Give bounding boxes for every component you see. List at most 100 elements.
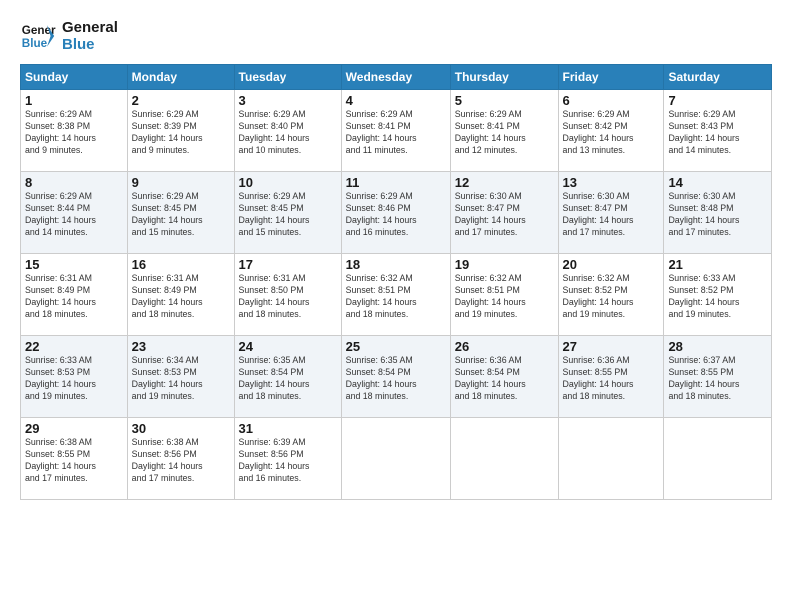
day-info: Sunrise: 6:29 AM Sunset: 8:41 PM Dayligh… <box>455 109 554 157</box>
day-number: 1 <box>25 93 123 108</box>
day-info: Sunrise: 6:30 AM Sunset: 8:48 PM Dayligh… <box>668 191 767 239</box>
day-number: 27 <box>563 339 660 354</box>
calendar-week-row: 29 Sunrise: 6:38 AM Sunset: 8:55 PM Dayl… <box>21 418 772 500</box>
day-number: 9 <box>132 175 230 190</box>
day-info: Sunrise: 6:29 AM Sunset: 8:45 PM Dayligh… <box>132 191 230 239</box>
calendar-cell <box>341 418 450 500</box>
calendar-cell: 11 Sunrise: 6:29 AM Sunset: 8:46 PM Dayl… <box>341 172 450 254</box>
day-info: Sunrise: 6:38 AM Sunset: 8:55 PM Dayligh… <box>25 437 123 485</box>
header: General Blue General Blue <box>20 18 772 54</box>
day-info: Sunrise: 6:31 AM Sunset: 8:49 PM Dayligh… <box>25 273 123 321</box>
column-header-monday: Monday <box>127 65 234 90</box>
day-number: 28 <box>668 339 767 354</box>
calendar-cell: 28 Sunrise: 6:37 AM Sunset: 8:55 PM Dayl… <box>664 336 772 418</box>
calendar-cell: 23 Sunrise: 6:34 AM Sunset: 8:53 PM Dayl… <box>127 336 234 418</box>
day-info: Sunrise: 6:34 AM Sunset: 8:53 PM Dayligh… <box>132 355 230 403</box>
day-number: 7 <box>668 93 767 108</box>
day-number: 31 <box>239 421 337 436</box>
calendar-cell: 22 Sunrise: 6:33 AM Sunset: 8:53 PM Dayl… <box>21 336 128 418</box>
calendar-cell: 25 Sunrise: 6:35 AM Sunset: 8:54 PM Dayl… <box>341 336 450 418</box>
calendar-week-row: 8 Sunrise: 6:29 AM Sunset: 8:44 PM Dayli… <box>21 172 772 254</box>
day-info: Sunrise: 6:35 AM Sunset: 8:54 PM Dayligh… <box>239 355 337 403</box>
calendar-cell: 30 Sunrise: 6:38 AM Sunset: 8:56 PM Dayl… <box>127 418 234 500</box>
calendar-cell: 8 Sunrise: 6:29 AM Sunset: 8:44 PM Dayli… <box>21 172 128 254</box>
day-number: 20 <box>563 257 660 272</box>
calendar-cell: 9 Sunrise: 6:29 AM Sunset: 8:45 PM Dayli… <box>127 172 234 254</box>
calendar-cell: 17 Sunrise: 6:31 AM Sunset: 8:50 PM Dayl… <box>234 254 341 336</box>
calendar-cell: 2 Sunrise: 6:29 AM Sunset: 8:39 PM Dayli… <box>127 90 234 172</box>
day-number: 14 <box>668 175 767 190</box>
day-info: Sunrise: 6:29 AM Sunset: 8:42 PM Dayligh… <box>563 109 660 157</box>
day-info: Sunrise: 6:29 AM Sunset: 8:39 PM Dayligh… <box>132 109 230 157</box>
day-info: Sunrise: 6:29 AM Sunset: 8:40 PM Dayligh… <box>239 109 337 157</box>
day-number: 3 <box>239 93 337 108</box>
day-info: Sunrise: 6:38 AM Sunset: 8:56 PM Dayligh… <box>132 437 230 485</box>
calendar-cell: 26 Sunrise: 6:36 AM Sunset: 8:54 PM Dayl… <box>450 336 558 418</box>
day-number: 4 <box>346 93 446 108</box>
day-info: Sunrise: 6:35 AM Sunset: 8:54 PM Dayligh… <box>346 355 446 403</box>
calendar-cell: 12 Sunrise: 6:30 AM Sunset: 8:47 PM Dayl… <box>450 172 558 254</box>
day-number: 13 <box>563 175 660 190</box>
calendar-cell: 20 Sunrise: 6:32 AM Sunset: 8:52 PM Dayl… <box>558 254 664 336</box>
calendar-cell: 7 Sunrise: 6:29 AM Sunset: 8:43 PM Dayli… <box>664 90 772 172</box>
calendar-cell: 14 Sunrise: 6:30 AM Sunset: 8:48 PM Dayl… <box>664 172 772 254</box>
calendar-cell <box>664 418 772 500</box>
day-number: 12 <box>455 175 554 190</box>
day-info: Sunrise: 6:29 AM Sunset: 8:38 PM Dayligh… <box>25 109 123 157</box>
logo-icon: General Blue <box>20 18 56 54</box>
day-info: Sunrise: 6:37 AM Sunset: 8:55 PM Dayligh… <box>668 355 767 403</box>
day-number: 22 <box>25 339 123 354</box>
calendar-cell: 16 Sunrise: 6:31 AM Sunset: 8:49 PM Dayl… <box>127 254 234 336</box>
calendar-cell: 10 Sunrise: 6:29 AM Sunset: 8:45 PM Dayl… <box>234 172 341 254</box>
day-info: Sunrise: 6:31 AM Sunset: 8:49 PM Dayligh… <box>132 273 230 321</box>
calendar-cell: 4 Sunrise: 6:29 AM Sunset: 8:41 PM Dayli… <box>341 90 450 172</box>
day-info: Sunrise: 6:30 AM Sunset: 8:47 PM Dayligh… <box>563 191 660 239</box>
calendar-cell: 15 Sunrise: 6:31 AM Sunset: 8:49 PM Dayl… <box>21 254 128 336</box>
calendar-cell: 1 Sunrise: 6:29 AM Sunset: 8:38 PM Dayli… <box>21 90 128 172</box>
calendar-header-row: SundayMondayTuesdayWednesdayThursdayFrid… <box>21 65 772 90</box>
day-info: Sunrise: 6:29 AM Sunset: 8:41 PM Dayligh… <box>346 109 446 157</box>
day-number: 16 <box>132 257 230 272</box>
calendar-cell <box>558 418 664 500</box>
column-header-tuesday: Tuesday <box>234 65 341 90</box>
calendar-cell: 27 Sunrise: 6:36 AM Sunset: 8:55 PM Dayl… <box>558 336 664 418</box>
day-info: Sunrise: 6:36 AM Sunset: 8:54 PM Dayligh… <box>455 355 554 403</box>
day-info: Sunrise: 6:30 AM Sunset: 8:47 PM Dayligh… <box>455 191 554 239</box>
calendar-cell: 13 Sunrise: 6:30 AM Sunset: 8:47 PM Dayl… <box>558 172 664 254</box>
day-info: Sunrise: 6:36 AM Sunset: 8:55 PM Dayligh… <box>563 355 660 403</box>
calendar-week-row: 15 Sunrise: 6:31 AM Sunset: 8:49 PM Dayl… <box>21 254 772 336</box>
day-number: 6 <box>563 93 660 108</box>
column-header-thursday: Thursday <box>450 65 558 90</box>
day-info: Sunrise: 6:33 AM Sunset: 8:53 PM Dayligh… <box>25 355 123 403</box>
svg-text:Blue: Blue <box>22 37 48 50</box>
calendar-cell: 5 Sunrise: 6:29 AM Sunset: 8:41 PM Dayli… <box>450 90 558 172</box>
day-number: 26 <box>455 339 554 354</box>
logo: General Blue General Blue <box>20 18 118 54</box>
calendar-cell: 6 Sunrise: 6:29 AM Sunset: 8:42 PM Dayli… <box>558 90 664 172</box>
calendar: SundayMondayTuesdayWednesdayThursdayFrid… <box>20 64 772 500</box>
calendar-cell: 21 Sunrise: 6:33 AM Sunset: 8:52 PM Dayl… <box>664 254 772 336</box>
day-number: 25 <box>346 339 446 354</box>
day-info: Sunrise: 6:29 AM Sunset: 8:46 PM Dayligh… <box>346 191 446 239</box>
calendar-cell: 29 Sunrise: 6:38 AM Sunset: 8:55 PM Dayl… <box>21 418 128 500</box>
column-header-wednesday: Wednesday <box>341 65 450 90</box>
calendar-week-row: 1 Sunrise: 6:29 AM Sunset: 8:38 PM Dayli… <box>21 90 772 172</box>
day-number: 19 <box>455 257 554 272</box>
day-info: Sunrise: 6:33 AM Sunset: 8:52 PM Dayligh… <box>668 273 767 321</box>
day-number: 21 <box>668 257 767 272</box>
column-header-sunday: Sunday <box>21 65 128 90</box>
day-number: 8 <box>25 175 123 190</box>
day-number: 24 <box>239 339 337 354</box>
column-header-friday: Friday <box>558 65 664 90</box>
logo-text: General Blue <box>62 19 118 54</box>
day-number: 5 <box>455 93 554 108</box>
calendar-cell: 19 Sunrise: 6:32 AM Sunset: 8:51 PM Dayl… <box>450 254 558 336</box>
day-number: 30 <box>132 421 230 436</box>
day-number: 10 <box>239 175 337 190</box>
calendar-cell <box>450 418 558 500</box>
day-info: Sunrise: 6:29 AM Sunset: 8:43 PM Dayligh… <box>668 109 767 157</box>
day-info: Sunrise: 6:32 AM Sunset: 8:52 PM Dayligh… <box>563 273 660 321</box>
day-number: 2 <box>132 93 230 108</box>
day-number: 23 <box>132 339 230 354</box>
calendar-cell: 3 Sunrise: 6:29 AM Sunset: 8:40 PM Dayli… <box>234 90 341 172</box>
